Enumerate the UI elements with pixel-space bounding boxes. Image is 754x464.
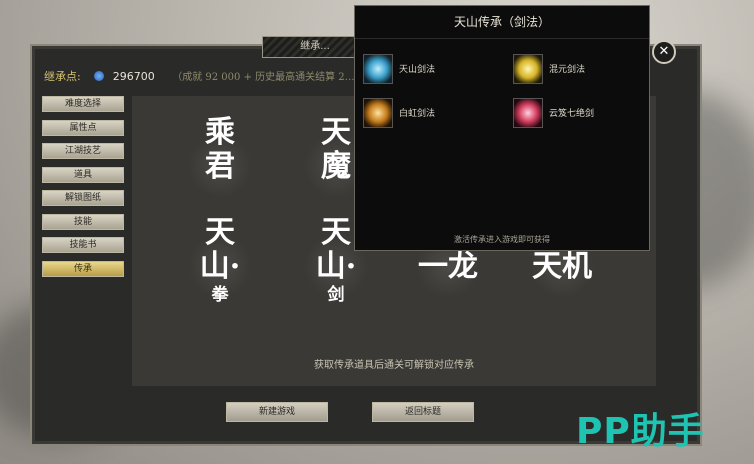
sidebar-item-crafts[interactable]: 江湖技艺 <box>42 143 124 159</box>
skill-name: 天山剑法 <box>399 65 436 75</box>
skill-entry: 天山剑法 <box>363 54 493 84</box>
cell-title-line2: 天机 <box>532 249 592 284</box>
sidebar-item-skills[interactable]: 技能 <box>42 213 124 230</box>
golden-flame-icon <box>363 98 393 128</box>
cell-title-line2: 一龙 <box>418 249 478 284</box>
panel-title-plate: 继承... <box>262 36 368 58</box>
sidebar-item-skill-books[interactable]: 技能书 <box>42 237 124 253</box>
sidebar-item-inheritance[interactable]: 传承 <box>42 260 124 277</box>
inheritance-tooltip: 天山传承（剑法） 天山剑法 混元剑法 白虹剑法 云笈七绝剑 激活传承进入游戏即可… <box>354 5 650 251</box>
sidebar-item-attributes[interactable]: 属性点 <box>42 119 124 136</box>
inherit-points-label: 继承点: <box>44 70 81 83</box>
cell-title-line1: 天 <box>205 215 235 250</box>
cell-title-line2: 山· <box>199 249 241 284</box>
unlock-hint: 获取传承道具后通关可解锁对应传承 <box>314 360 474 371</box>
tooltip-title: 天山传承（剑法） <box>355 6 649 39</box>
close-icon: ✕ <box>658 44 670 59</box>
tooltip-footer: 激活传承进入游戏即可获得 <box>454 235 550 244</box>
blue-crystal-icon <box>363 54 393 84</box>
cell-title-line2: 君 <box>205 149 235 184</box>
back-to-title-button[interactable]: 返回标题 <box>372 402 474 422</box>
cell-title-line1: 乘 <box>205 115 235 150</box>
new-game-button[interactable]: 新建游戏 <box>226 402 328 422</box>
skill-name: 云笈七绝剑 <box>549 109 595 119</box>
skill-name: 白虹剑法 <box>399 109 436 119</box>
coin-icon <box>94 71 105 81</box>
red-swirl-icon <box>513 98 543 128</box>
pp-assistant-watermark: PP助手 <box>576 411 705 452</box>
cell-subtitle: 拳 <box>211 285 229 305</box>
inheritance-cell[interactable]: 乘 君 <box>180 116 260 226</box>
gold-orb-icon <box>513 54 543 84</box>
skill-name: 混元剑法 <box>549 65 586 75</box>
inherit-points-bar: 继承点: 296700 （成就 92 000 + 历史最高通关结算 2… <box>44 68 355 84</box>
skill-entry: 混元剑法 <box>513 54 643 84</box>
sidebar: 难度选择 属性点 江湖技艺 道具 解锁图纸 技能 技能书 传承 <box>42 96 124 284</box>
sidebar-item-items[interactable]: 道具 <box>42 166 124 183</box>
sidebar-item-difficulty[interactable]: 难度选择 <box>42 96 124 112</box>
skill-entry: 云笈七绝剑 <box>513 98 643 128</box>
cell-subtitle: 剑 <box>327 285 345 305</box>
skill-entry: 白虹剑法 <box>363 98 493 128</box>
close-button[interactable]: ✕ <box>652 40 676 64</box>
inherit-points-value: 296700 <box>112 70 155 83</box>
cell-title-line2: 山· <box>315 249 357 284</box>
inheritance-cell[interactable]: 天 山· 拳 <box>180 216 260 326</box>
sidebar-item-blueprints[interactable]: 解锁图纸 <box>42 190 124 206</box>
inherit-points-hint: （成就 92 000 + 历史最高通关结算 2… <box>172 72 355 83</box>
